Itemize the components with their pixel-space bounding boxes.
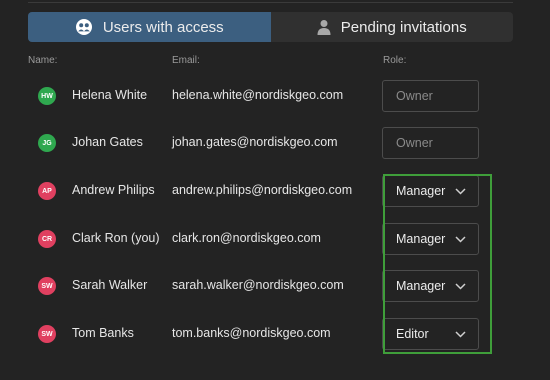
avatar: CR	[38, 230, 56, 248]
user-email: helena.white@nordiskgeo.com	[172, 88, 344, 102]
user-row: SW Sarah Walker sarah.walker@nordiskgeo.co…	[0, 264, 550, 308]
role-value: Manager	[396, 279, 446, 293]
role-select[interactable]: Manager	[382, 175, 479, 207]
role-value: Manager	[396, 232, 446, 246]
avatar: SW	[38, 325, 56, 343]
user-row: JG Johan Gates johan.gates@nordiskgeo.com O…	[0, 121, 550, 165]
users-group-icon	[75, 18, 93, 36]
role-column-header: Role:	[383, 55, 407, 66]
role-readonly-field: Owner	[382, 80, 479, 112]
user-email: clark.ron@nordiskgeo.com	[172, 231, 321, 245]
user-email: johan.gates@nordiskgeo.com	[172, 135, 338, 149]
top-divider	[28, 2, 513, 3]
role-value: Manager	[396, 184, 446, 198]
role-select[interactable]: Editor	[382, 318, 479, 350]
user-row: HW Helena White helena.white@nordiskgeo.co…	[0, 74, 550, 118]
user-email: sarah.walker@nordiskgeo.com	[172, 278, 344, 292]
avatar: JG	[38, 134, 56, 152]
name-column-header: Name:	[28, 55, 58, 66]
user-icon	[317, 19, 331, 35]
user-name: Johan Gates	[72, 135, 143, 149]
avatar: SW	[38, 277, 56, 295]
tab-label: Pending invitations	[340, 18, 467, 36]
tab-pending-invitations[interactable]: Pending invitations	[271, 12, 514, 42]
user-row: AP Andrew Philips andrew.philips@nordiskge…	[0, 169, 550, 213]
access-tabs: Users with access Pending invitations	[28, 12, 513, 42]
user-name: Andrew Philips	[72, 183, 155, 197]
tab-users-with-access[interactable]: Users with access	[28, 12, 271, 42]
role-select[interactable]: Manager	[382, 270, 479, 302]
user-email: andrew.philips@nordiskgeo.com	[172, 183, 353, 197]
chevron-down-icon	[455, 282, 466, 290]
email-column-header: Email:	[172, 55, 200, 66]
user-row: CR Clark Ron (you) clark.ron@nordiskgeo.co…	[0, 217, 550, 261]
user-email: tom.banks@nordiskgeo.com	[172, 326, 331, 340]
user-name: Tom Banks	[72, 326, 134, 340]
chevron-down-icon	[455, 187, 466, 195]
user-name: Clark Ron (you)	[72, 231, 160, 245]
role-select[interactable]: Manager	[382, 223, 479, 255]
chevron-down-icon	[455, 235, 466, 243]
role-value: Editor	[396, 327, 429, 341]
role-readonly-field: Owner	[382, 127, 479, 159]
avatar: HW	[38, 87, 56, 105]
avatar: AP	[38, 182, 56, 200]
tab-label: Users with access	[102, 18, 224, 36]
user-name: Helena White	[72, 88, 148, 102]
chevron-down-icon	[455, 330, 466, 338]
user-name: Sarah Walker	[72, 278, 148, 292]
user-row: SW Tom Banks tom.banks@nordiskgeo.com Edito…	[0, 312, 550, 356]
